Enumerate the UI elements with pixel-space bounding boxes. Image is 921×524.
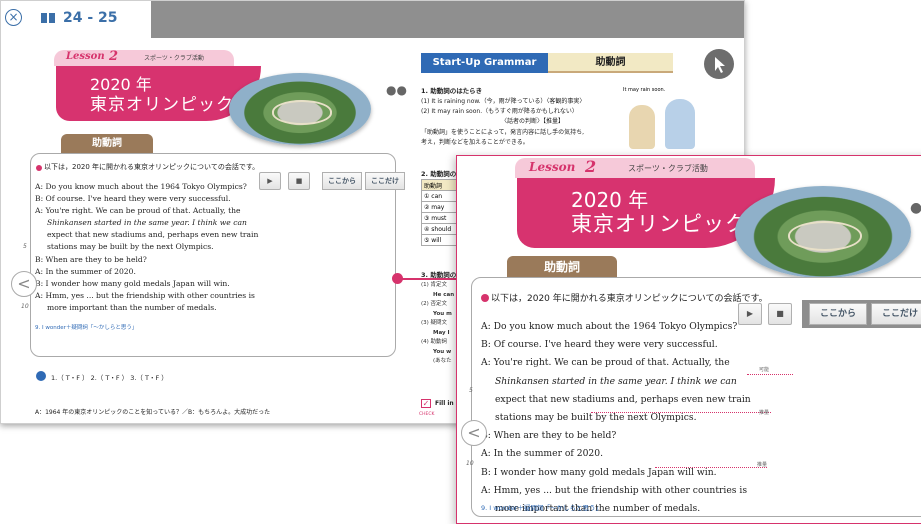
startup-section3-lines: (1) 肯定文 He can (2) 否定文 You m (3) 疑問文 May… — [421, 282, 455, 364]
only-here-button[interactable]: ここだけ — [365, 172, 405, 190]
top-bar: × 24 - 25 — [1, 1, 744, 38]
dialog-line: more important than the number of medals… — [47, 302, 217, 312]
line-number-5-zoom: 5 — [469, 387, 473, 394]
dialog-line: Shinkansen started in the same year. I t… — [495, 375, 737, 387]
from-here-button-zoom[interactable]: ここから — [809, 303, 867, 325]
from-here-button[interactable]: ここから — [322, 172, 362, 190]
lesson-subtitle: スポーツ・クラブ活動 — [144, 55, 204, 62]
dialog-line: B: Of course. I've heard they were very … — [481, 339, 718, 351]
startup-s1-line4: 「助動詞」を使うことによって，発言内容に話し手の気持ち, — [421, 129, 585, 136]
startup-tab[interactable]: 助動詞 — [548, 53, 673, 73]
play-button[interactable]: ▶ — [259, 172, 281, 190]
dialog-line: expect that new stadiums and, perhaps ev… — [495, 393, 751, 405]
only-here-button-zoom[interactable]: ここだけ — [871, 303, 921, 325]
dialog-line: B: When are they to be held? — [481, 430, 617, 442]
grammar-label-pill-zoom: 助動詞 — [507, 256, 617, 278]
dialog-line: A: You're right. We can be proud of that… — [35, 206, 241, 216]
quiz-text: 1.（ T・F ） 2.（ T・F ） 3.（ T・F ） — [51, 374, 168, 382]
startup-s1-line5: 考え，判断などを加えることができる。 — [421, 139, 529, 146]
page-range-label: 24 - 25 — [63, 10, 118, 26]
nav-dots-icon[interactable]: ●● — [386, 83, 407, 97]
stop-button-zoom[interactable]: ■ — [768, 303, 792, 325]
audio-icon[interactable] — [36, 371, 46, 381]
stadium-photo — [229, 73, 371, 145]
startup-s1-line2: (2) It may rain soon.（もうすぐ雨が降るかもしれない） — [421, 108, 578, 115]
dialog-line: A: Hmm, yes ... but the friendship with … — [35, 290, 255, 300]
dialog-line: A: Do you know much about the 1964 Tokyo… — [481, 321, 738, 332]
dialog-line: A: Do you know much about the 1964 Tokyo… — [35, 182, 247, 191]
zoom-connector-line — [398, 278, 456, 280]
lesson-number: 2 — [109, 49, 119, 64]
lesson-tag: Lesson 2 スポーツ・クラブ活動 — [54, 49, 234, 66]
grammar-label-pill: 助動詞 — [61, 134, 153, 154]
annotation-dots — [655, 467, 767, 468]
dialog-line: B: I wonder how many gold medals Japan w… — [35, 278, 230, 288]
intro-text: 以下は，2020 年に開かれる東京オリンピックについての会話です。 — [44, 163, 260, 171]
note-guess: 推量 — [759, 410, 770, 416]
bullet-icon-zoom — [481, 294, 489, 302]
lesson-subtitle-zoom: スポーツ・クラブ活動 — [628, 164, 708, 173]
dialog-line: A: You're right. We can be proud of that… — [481, 357, 730, 369]
close-circle-icon[interactable]: × — [5, 9, 22, 26]
book-icon — [41, 13, 55, 23]
startup-s1-line3: 〈話者の判断〉【推量】 — [501, 118, 565, 125]
cartoon-speech: It may rain soon. — [623, 87, 666, 93]
footnote-text: 9. I wonder＋疑問詞「～かしらと思う」 — [35, 325, 138, 331]
dialog-line: B: When are they to be held? — [35, 254, 147, 264]
cursor-icon[interactable] — [704, 49, 734, 79]
prev-page-arrow-icon[interactable]: < — [11, 271, 37, 297]
dialog-line: A: In the summer of 2020. — [481, 448, 604, 460]
dialog-line: B: Of course. I've heard they were very … — [35, 194, 231, 204]
bullet-icon — [36, 165, 42, 171]
dialog-line: expect that new stadiums and, perhaps ev… — [47, 230, 259, 240]
check-label: CHECK — [419, 412, 435, 417]
annotation-dots — [747, 374, 793, 375]
page-tab[interactable]: × 24 - 25 — [1, 1, 151, 38]
zoomed-page-window: Lesson 2 スポーツ・クラブ活動 2020 年 東京オリンピック ●● 助… — [456, 155, 921, 524]
lesson-number-zoom: 2 — [585, 157, 597, 176]
fill-in-label: Fill in — [435, 400, 454, 407]
stadium-photo-zoom — [735, 186, 911, 278]
lesson-tag-zoom: Lesson 2 スポーツ・クラブ活動 — [515, 157, 755, 178]
line-number-10-zoom: 10 — [466, 460, 474, 467]
intro-text-zoom: 以下は，2020 年に開かれる東京オリンピックについての会話です。 — [491, 294, 768, 304]
nav-dots-icon-zoom[interactable]: ●● — [910, 200, 921, 216]
zoom-connector-dot — [392, 273, 403, 284]
note-future: 推量 — [757, 462, 768, 468]
annotation-dots — [591, 412, 771, 413]
dialog-line: A: In the summer of 2020. — [35, 266, 136, 276]
startup-grammar-header: Start-Up Grammar — [421, 53, 548, 73]
lesson-label: Lesson — [66, 51, 105, 62]
dialog-line: Shinkansen started in the same year. I t… — [47, 218, 247, 228]
lesson-title-main-zoom: 東京オリンピック — [571, 212, 747, 236]
prev-page-arrow-icon-zoom[interactable]: < — [461, 420, 487, 446]
note-possible: 可能 — [759, 367, 770, 373]
line-number-5: 5 — [23, 243, 27, 250]
dialog-text-zoom: A: Do you know much about the 1964 Tokyo… — [481, 318, 751, 518]
dialog-line: A: Hmm, yes ... but the friendship with … — [481, 484, 748, 496]
dialog-text-back: A: Do you know much about the 1964 Tokyo… — [35, 181, 258, 314]
line-number-10: 10 — [21, 303, 29, 310]
stop-button[interactable]: ■ — [288, 172, 310, 190]
startup-section2-title: 2. 助動詞の — [421, 170, 457, 178]
footnote-text-zoom: 9. I wonder＋疑問詞「～かしらと思う」 — [481, 504, 602, 512]
lesson-title-main: 東京オリンピック — [90, 95, 234, 115]
checkbox-icon[interactable]: ✓ — [421, 399, 431, 408]
cartoon-illustration: It may rain soon. — [619, 85, 719, 155]
lesson-label-zoom: Lesson — [529, 160, 576, 174]
translation-text: A：1964 年の東京オリンピックのことを知っている？／B：もちろんよ。大成功だ… — [35, 409, 271, 416]
startup-s1-line1: (1) It is raining now.（今，雨が降っている）〈客観的事実〉 — [421, 98, 586, 105]
startup-section1-title: 1. 助動詞のはたらき — [421, 87, 483, 95]
dialog-line: stations may be built by the next Olympi… — [47, 242, 214, 252]
